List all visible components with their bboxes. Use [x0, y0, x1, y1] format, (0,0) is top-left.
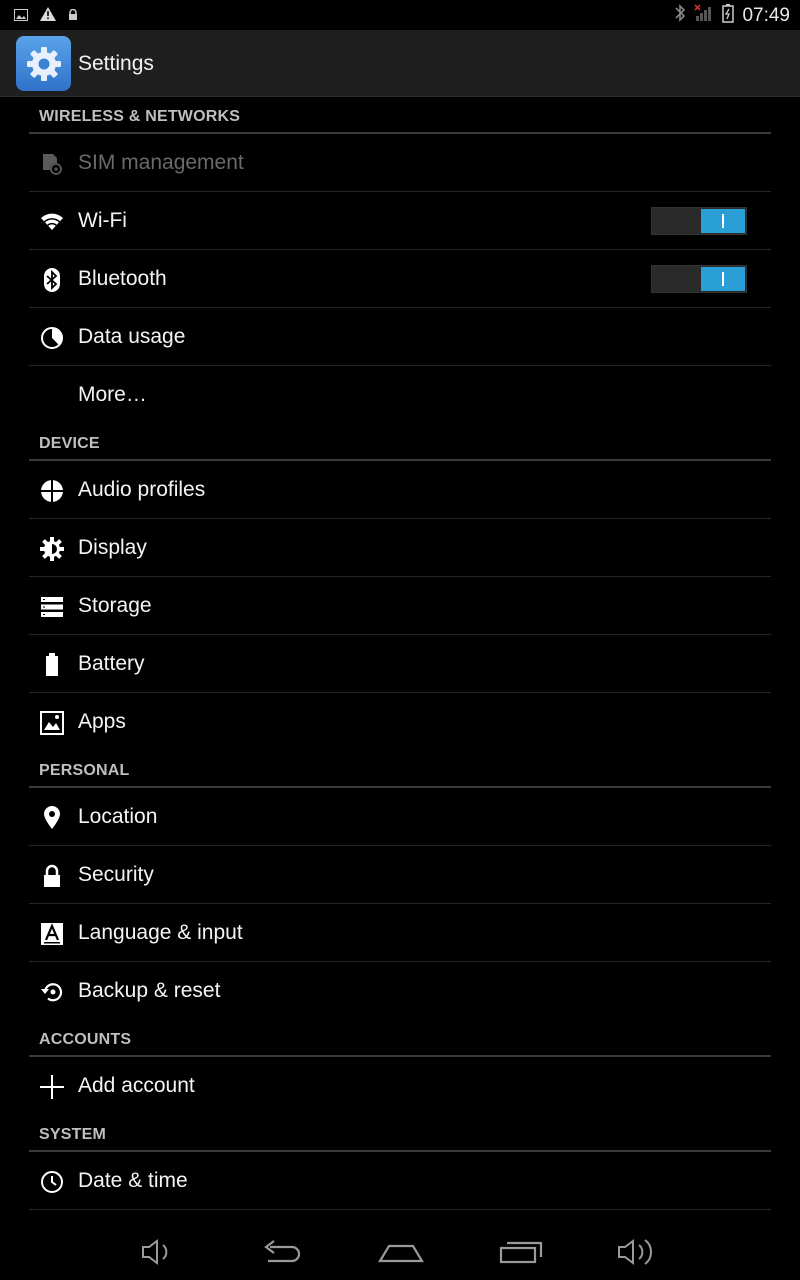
settings-item-display[interactable]: Display	[29, 519, 771, 577]
sim-icon	[39, 151, 65, 177]
toggle-thumb	[701, 267, 745, 291]
settings-item-add-account[interactable]: Add account	[29, 1057, 771, 1115]
settings-item-label: More…	[78, 383, 147, 406]
settings-item-storage[interactable]: Storage	[29, 577, 771, 635]
language-icon	[39, 921, 65, 947]
location-icon	[39, 805, 65, 831]
settings-item-sim-management[interactable]: SIM management	[29, 134, 771, 192]
volume-up-icon[interactable]	[616, 1237, 658, 1272]
image-notification-icon	[14, 8, 28, 26]
settings-item-label: Add account	[78, 1074, 195, 1097]
battery-icon	[39, 652, 65, 678]
display-icon	[39, 536, 65, 562]
page-title: Settings	[78, 52, 154, 75]
audio-profiles-icon	[39, 478, 65, 504]
section-header-wireless: WIRELESS & NETWORKS	[29, 97, 771, 134]
settings-item-more[interactable]: More…	[29, 366, 771, 424]
bluetooth-toggle[interactable]	[651, 265, 747, 293]
back-icon[interactable]	[260, 1237, 304, 1272]
recent-apps-icon[interactable]	[498, 1237, 544, 1272]
section-header-personal: PERSONAL	[29, 751, 771, 788]
apps-icon	[39, 710, 65, 736]
settings-item-label: Apps	[78, 710, 126, 733]
settings-item-label: Display	[78, 536, 147, 559]
settings-item-security[interactable]: Security	[29, 846, 771, 904]
settings-item-battery[interactable]: Battery	[29, 635, 771, 693]
navigation-bar	[0, 1222, 800, 1280]
home-icon[interactable]	[377, 1237, 425, 1272]
bluetooth-icon	[39, 267, 65, 293]
settings-item-location[interactable]: Location	[29, 788, 771, 846]
settings-item-label: Bluetooth	[78, 267, 167, 290]
status-bar: 07:49	[0, 0, 800, 30]
settings-item-audio-profiles[interactable]: Audio profiles	[29, 461, 771, 519]
storage-icon	[39, 594, 65, 620]
settings-item-language-input[interactable]: Language & input	[29, 904, 771, 962]
settings-item-backup-reset[interactable]: Backup & reset	[29, 962, 771, 1020]
settings-item-data-usage[interactable]: Data usage	[29, 308, 771, 366]
settings-item-wifi[interactable]: Wi-Fi	[29, 192, 771, 250]
signal-icon	[694, 3, 714, 28]
settings-item-label: SIM management	[78, 151, 244, 174]
settings-list: WIRELESS & NETWORKS SIM management Wi-Fi…	[29, 97, 771, 1210]
settings-item-date-time[interactable]: Date & time	[29, 1152, 771, 1210]
lock-notification-icon	[68, 8, 78, 26]
settings-item-label: Storage	[78, 594, 152, 617]
section-header-system: SYSTEM	[29, 1115, 771, 1152]
volume-down-icon[interactable]	[140, 1237, 174, 1272]
section-header-accounts: ACCOUNTS	[29, 1020, 771, 1057]
settings-item-label: Data usage	[78, 325, 186, 348]
bluetooth-status-icon	[674, 3, 686, 28]
settings-item-label: Wi-Fi	[78, 209, 127, 232]
backup-icon	[39, 979, 65, 1005]
clock-icon	[39, 1169, 65, 1195]
settings-item-label: Battery	[78, 652, 145, 675]
settings-gear-icon[interactable]	[16, 36, 71, 91]
settings-item-label: Audio profiles	[78, 478, 206, 501]
settings-item-label: Security	[78, 863, 154, 886]
settings-item-label: Location	[78, 805, 158, 828]
battery-status-icon	[722, 3, 735, 28]
settings-item-bluetooth[interactable]: Bluetooth	[29, 250, 771, 308]
data-usage-icon	[39, 325, 65, 351]
settings-item-label: Date & time	[78, 1169, 188, 1192]
status-time: 07:49	[742, 4, 790, 26]
settings-item-label: Language & input	[78, 921, 243, 944]
toggle-thumb	[701, 209, 745, 233]
settings-item-apps[interactable]: Apps	[29, 693, 771, 751]
wifi-toggle[interactable]	[651, 207, 747, 235]
settings-item-label: Backup & reset	[78, 979, 221, 1002]
section-header-device: DEVICE	[29, 424, 771, 461]
lock-icon	[39, 863, 65, 889]
plus-icon	[39, 1074, 65, 1100]
action-bar: Settings	[0, 30, 800, 97]
wifi-icon	[39, 209, 65, 235]
warning-icon	[40, 7, 56, 26]
